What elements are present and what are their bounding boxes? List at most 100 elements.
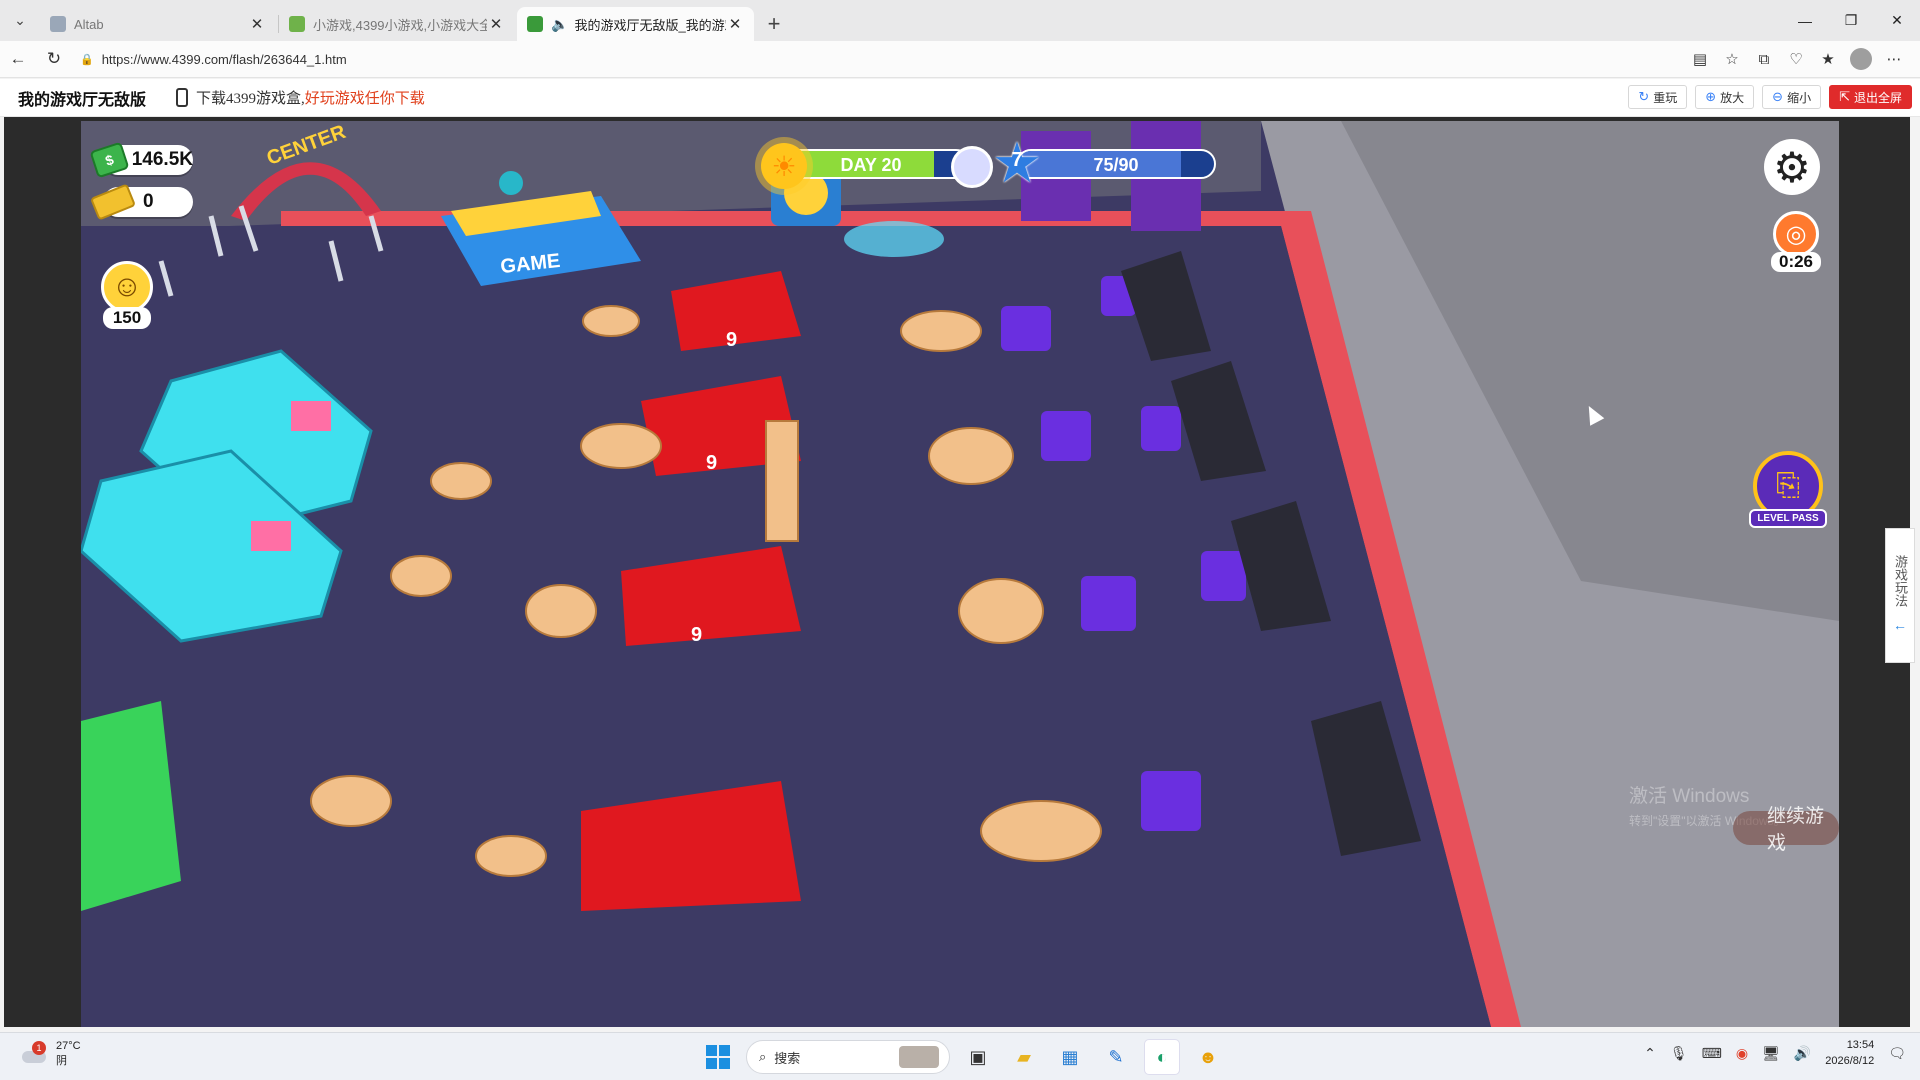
weather-temp: 27°C — [56, 1040, 81, 1052]
zoom-out-label: 缩小 — [1787, 90, 1812, 105]
address-toolbar: ▤ ☆ ⧉ ♡ ★ ⋯ — [1684, 44, 1910, 74]
new-tab-plus-icon[interactable]: + — [756, 7, 792, 41]
replay-button[interactable]: ↻ 重玩 — [1628, 85, 1688, 109]
edge-browser-icon[interactable]: ◐ — [1144, 1039, 1180, 1075]
favorite-star-icon[interactable]: ☆ — [1716, 44, 1748, 74]
input-method-icon[interactable]: ⌨ — [1702, 1045, 1722, 1062]
reader-mode-icon[interactable]: ▤ — [1684, 44, 1716, 74]
refresh-icon[interactable]: ↻ — [36, 43, 72, 75]
game-app-icon[interactable]: ☻ — [1190, 1039, 1226, 1075]
continue-game-button[interactable]: 继续游戏 — [1733, 806, 1839, 854]
boost-timer-icon[interactable]: ◎ — [1773, 211, 1819, 257]
microsoft-store-icon[interactable]: ▦ — [1052, 1039, 1088, 1075]
search-placeholder: 搜索 — [774, 1050, 801, 1066]
browser-tab-strip: ⌄ Altab ✕ 小游戏,4399小游戏,小游戏大全,双 ✕ 🔈 我的游戏厅无… — [0, 0, 1920, 41]
browser-essentials-icon[interactable]: ♡ — [1780, 44, 1812, 74]
file-explorer-icon[interactable]: ▰ — [1006, 1039, 1042, 1075]
clock[interactable]: 13:54 2026/8/12 — [1825, 1037, 1874, 1069]
coin-stack — [765, 420, 799, 542]
spawn-portal — [844, 221, 944, 257]
continue-game-label: 继续游戏 — [1767, 806, 1825, 854]
browser-tab-altab[interactable]: Altab ✕ — [40, 7, 276, 41]
replay-label: 重玩 — [1653, 90, 1678, 105]
address-bar: ← ↻ 🔒 https://www.4399.com/flash/263644_… — [0, 41, 1920, 78]
zoom-in-label: 放大 — [1720, 90, 1745, 105]
ticket-counter: 0 — [89, 183, 193, 221]
car-number: 9 — [706, 452, 717, 474]
url-field[interactable]: 🔒 https://www.4399.com/flash/263644_1.ht… — [80, 52, 1684, 67]
level-pass-label: LEVEL PASS — [1749, 509, 1827, 528]
download-text: 下载4399游戏盒, — [196, 91, 305, 107]
car-number: 9 — [691, 624, 702, 646]
zoom-in-icon: ⊕ — [1705, 89, 1717, 104]
restore-icon[interactable]: ❐ — [1828, 0, 1874, 41]
notifications-icon[interactable]: 🗨 — [1888, 1045, 1906, 1062]
url-text: https://www.4399.com/flash/263644_1.htm — [101, 51, 347, 67]
page-title: 我的游戏厅无敌版 — [18, 91, 147, 109]
browser-tab-game[interactable]: 🔈 我的游戏厅无敌版_我的游戏厅 ✕ — [517, 7, 754, 41]
how-to-play-side-tab[interactable]: 游戏玩法 ← — [1885, 528, 1915, 663]
extensions-puzzle-icon[interactable]: ⧉ — [1748, 44, 1780, 74]
arrow-left-icon: ← — [1893, 617, 1907, 633]
exit-fullscreen-button[interactable]: ⇱ 退出全屏 — [1829, 85, 1912, 109]
zoom-out-button[interactable]: ⊖ 缩小 — [1762, 85, 1822, 109]
replay-icon: ↻ — [1638, 89, 1650, 104]
level-pass-button[interactable]: ⎘ LEVEL PASS — [1749, 451, 1827, 543]
taskbar-search[interactable]: ⌕ 搜索 — [746, 1040, 950, 1074]
microphone-icon[interactable]: 🎙 — [1670, 1045, 1688, 1062]
exit-fullscreen-icon: ⇱ — [1839, 89, 1850, 104]
download-link[interactable]: 好玩游戏任你下载 — [305, 87, 425, 108]
tab-close-icon[interactable]: ✕ — [248, 15, 266, 33]
search-icon: ⌕ — [759, 1049, 767, 1064]
tab-list-chevron-icon[interactable]: ⌄ — [0, 0, 40, 41]
4399-favicon-icon — [289, 16, 305, 32]
arcade-scene: CENTER GAME 9 9 9 — [81, 121, 1839, 1027]
browser-tab-4399[interactable]: 小游戏,4399小游戏,小游戏大全,双 ✕ — [279, 7, 515, 41]
page-header: 我的游戏厅无敌版 下载4399游戏盒, 好玩游戏任你下载 ↻ 重玩 ⊕ 放大 ⊖ 缩小… — [0, 79, 1920, 117]
more-menu-icon[interactable]: ⋯ — [1878, 44, 1910, 74]
ticket-value: 0 — [143, 191, 154, 212]
zoom-in-button[interactable]: ⊕ 放大 — [1695, 85, 1755, 109]
tab-close-icon[interactable]: ✕ — [726, 15, 744, 33]
antivirus-icon[interactable]: ◉ — [1736, 1045, 1748, 1062]
settings-gear-icon[interactable]: ⚙ — [1764, 139, 1820, 195]
back-arrow-icon[interactable]: ← — [0, 43, 36, 75]
how-to-play-label: 游戏玩法 — [1893, 555, 1908, 607]
car-number: 9 — [726, 329, 737, 351]
tab-close-icon[interactable]: ✕ — [487, 15, 505, 33]
volume-icon[interactable]: 🔊 — [1794, 1045, 1811, 1062]
profile-avatar[interactable] — [1850, 48, 1872, 70]
network-icon[interactable]: 🖥 — [1762, 1045, 1780, 1062]
altab-favicon-icon — [50, 16, 66, 32]
tab-title: 我的游戏厅无敌版_我的游戏厅 — [574, 17, 726, 33]
tray-chevron-up-icon[interactable]: ⌃ — [1644, 1045, 1656, 1062]
phone-icon — [176, 88, 189, 107]
start-windows-icon[interactable] — [700, 1039, 736, 1075]
moon-icon — [951, 146, 993, 188]
clock-date: 2026/8/12 — [1825, 1055, 1875, 1067]
speaker-icon[interactable]: 🔈 — [551, 16, 568, 33]
happiness-meter: ☺ 150 — [101, 261, 153, 329]
level-value: 7 — [1011, 149, 1023, 171]
lock-icon[interactable]: 🔒 — [80, 53, 94, 66]
game-favicon-icon — [527, 16, 543, 32]
weather-cloud-icon: 1 — [22, 1041, 48, 1065]
task-view-icon[interactable]: ▣ — [960, 1039, 996, 1075]
search-highlight-image — [899, 1046, 939, 1068]
close-window-icon[interactable]: ✕ — [1874, 0, 1920, 41]
windows-taskbar: 1 27°C 阴 ⌕ 搜索 ▣ ▰ ▦ ✎ ◐ ☻ ⌃ 🎙 ⌨ ◉ 🖥 🔊 13… — [0, 1032, 1920, 1080]
xp-label: 75/90 — [1093, 155, 1139, 175]
money-value: 146.5K — [131, 149, 193, 170]
whiteboard-app-icon[interactable]: ✎ — [1098, 1039, 1134, 1075]
watermark-line1: 激活 Windows — [1629, 786, 1750, 807]
minimize-icon[interactable]: — — [1782, 0, 1828, 41]
exit-fullscreen-label: 退出全屏 — [1853, 90, 1902, 105]
weather-widget[interactable]: 1 27°C 阴 — [22, 1040, 81, 1068]
game-canvas[interactable]: CENTER GAME 9 9 9 $ 146.5K 0 ☺ 150 DAY 2… — [81, 121, 1839, 1027]
tab-title: 小游戏,4399小游戏,小游戏大全,双 — [313, 17, 487, 33]
happiness-value: 150 — [102, 307, 152, 329]
boost-timer-value: 0:26 — [1771, 252, 1821, 272]
window-controls: — ❐ ✕ — [1782, 0, 1920, 41]
money-counter: $ 146.5K — [89, 141, 193, 179]
favorites-list-icon[interactable]: ★ — [1812, 44, 1844, 74]
